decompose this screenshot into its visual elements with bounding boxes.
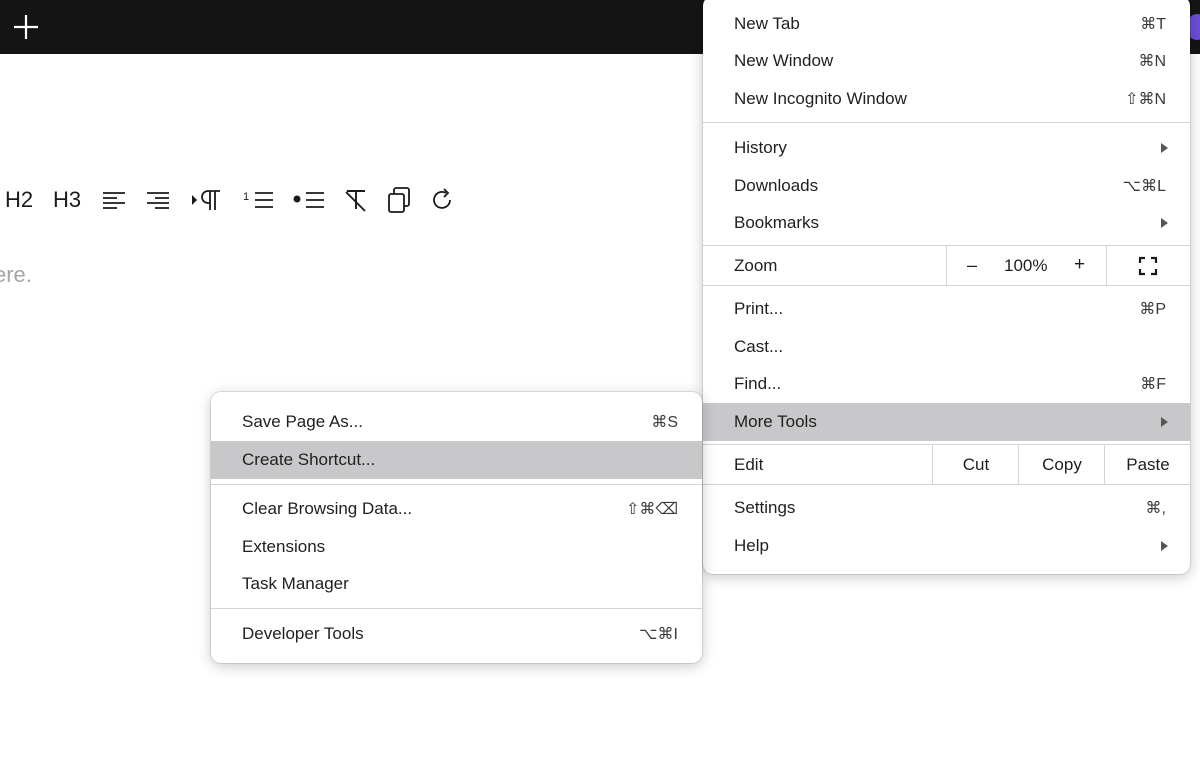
submenu-item-task-manager[interactable]: Task Manager <box>211 565 702 603</box>
menu-item-label: Developer Tools <box>242 624 364 643</box>
menu-item-find[interactable]: Find... ⌘F <box>703 365 1190 403</box>
paragraph-direction-icon[interactable] <box>188 180 224 220</box>
menu-item-label: Extensions <box>242 537 326 556</box>
menu-item-shortcut: ⌘, <box>1145 500 1166 517</box>
align-right-icon[interactable] <box>144 180 172 220</box>
menu-item-shortcut: ⌘P <box>1139 301 1166 318</box>
chevron-right-icon <box>1161 541 1168 551</box>
editor-placeholder: ere. <box>0 262 32 287</box>
numbered-list-icon[interactable]: 1 <box>240 180 276 220</box>
menu-item-label: Downloads <box>734 176 819 195</box>
submenu-item-extensions[interactable]: Extensions <box>211 528 702 566</box>
menu-divider <box>703 484 1190 485</box>
menu-divider <box>211 484 702 485</box>
menu-item-label: Bookmarks <box>734 213 820 232</box>
menu-item-new-window[interactable]: New Window ⌘N <box>703 42 1190 80</box>
refresh-icon[interactable] <box>428 180 456 220</box>
zoom-out-button[interactable]: – <box>967 255 977 276</box>
menu-item-shortcut: ⌘T <box>1140 16 1166 33</box>
menu-item-label: New Tab <box>734 14 800 33</box>
menu-item-shortcut: ⇧⌘N <box>1125 91 1166 108</box>
menu-item-label: Find... <box>734 374 782 393</box>
menu-item-label: Task Manager <box>242 574 349 593</box>
menu-item-label: Create Shortcut... <box>242 450 376 469</box>
submenu-item-clear-browsing-data[interactable]: Clear Browsing Data... ⇧⌘⌫ <box>211 490 702 528</box>
submenu-item-developer-tools[interactable]: Developer Tools ⌥⌘I <box>211 615 702 653</box>
menu-item-label: Help <box>734 536 769 555</box>
heading-3-button[interactable]: H3 <box>50 180 84 220</box>
zoom-in-button[interactable]: + <box>1074 254 1085 276</box>
paste-button[interactable]: Paste <box>1104 445 1190 485</box>
chevron-right-icon <box>1161 417 1168 427</box>
heading-3-label: H3 <box>52 187 82 212</box>
heading-2-label: H2 <box>4 187 34 212</box>
menu-item-label: Print... <box>734 299 784 318</box>
copy-label: Copy <box>1042 455 1082 474</box>
cut-label: Cut <box>962 455 990 474</box>
menu-item-bookmarks[interactable]: Bookmarks <box>703 204 1190 242</box>
fullscreen-icon <box>1138 256 1158 276</box>
menu-item-label: New Incognito Window <box>734 89 907 108</box>
plus-icon[interactable] <box>8 9 44 45</box>
edit-label: Edit <box>734 455 764 474</box>
menu-divider <box>211 608 702 609</box>
menu-item-settings[interactable]: Settings ⌘, <box>703 489 1190 527</box>
copy-button[interactable]: Copy <box>1018 445 1105 485</box>
menu-item-label: Settings <box>734 498 796 517</box>
menu-item-cast[interactable]: Cast... <box>703 328 1190 366</box>
menu-divider <box>703 122 1190 123</box>
edit-row: Edit Cut Copy Paste <box>703 445 1190 485</box>
chevron-right-icon <box>1161 143 1168 153</box>
more-tools-submenu: Save Page As... ⌘S Create Shortcut... Cl… <box>211 392 702 663</box>
clear-format-icon[interactable] <box>342 180 372 220</box>
svg-text:1: 1 <box>243 191 249 203</box>
menu-item-shortcut: ⌥⌘I <box>639 626 678 643</box>
menu-item-shortcut: ⌥⌘L <box>1122 178 1166 195</box>
browser-main-menu: New Tab ⌘T New Window ⌘N New Incognito W… <box>703 0 1190 574</box>
menu-item-downloads[interactable]: Downloads ⌥⌘L <box>703 167 1190 205</box>
menu-item-shortcut: ⌘F <box>1140 376 1166 393</box>
bullet-list-icon[interactable] <box>290 180 326 220</box>
menu-item-label: Cast... <box>734 337 784 356</box>
cut-button[interactable]: Cut <box>932 445 1019 485</box>
menu-item-history[interactable]: History <box>703 129 1190 167</box>
chevron-right-icon <box>1161 218 1168 228</box>
menu-item-new-tab[interactable]: New Tab ⌘T <box>703 5 1190 43</box>
paste-label: Paste <box>1126 455 1170 474</box>
zoom-level: 100% <box>1004 256 1048 275</box>
submenu-item-save-page-as[interactable]: Save Page As... ⌘S <box>211 403 702 441</box>
menu-divider <box>703 285 1190 286</box>
menu-item-label: History <box>734 138 787 157</box>
menu-item-help[interactable]: Help <box>703 527 1190 565</box>
menu-item-shortcut: ⇧⌘⌫ <box>625 501 678 518</box>
align-left-icon[interactable] <box>100 180 128 220</box>
menu-item-label: Save Page As... <box>242 412 363 431</box>
submenu-item-create-shortcut[interactable]: Create Shortcut... <box>211 441 702 479</box>
menu-item-label: More Tools <box>734 412 817 431</box>
menu-item-more-tools[interactable]: More Tools <box>703 403 1190 441</box>
menu-item-new-incognito-window[interactable]: New Incognito Window ⇧⌘N <box>703 80 1190 118</box>
fullscreen-button[interactable] <box>1106 246 1190 286</box>
menu-item-shortcut: ⌘N <box>1138 53 1166 70</box>
zoom-label: Zoom <box>734 256 778 275</box>
menu-item-print[interactable]: Print... ⌘P <box>703 290 1190 328</box>
menu-item-label: Clear Browsing Data... <box>242 499 413 518</box>
zoom-controls: – 100% + <box>946 246 1107 286</box>
heading-2-button[interactable]: H2 <box>2 180 36 220</box>
copy-icon[interactable] <box>384 180 414 220</box>
menu-item-shortcut: ⌘S <box>651 414 678 431</box>
zoom-row: Zoom – 100% + <box>703 246 1190 286</box>
menu-item-label: New Window <box>734 51 834 70</box>
